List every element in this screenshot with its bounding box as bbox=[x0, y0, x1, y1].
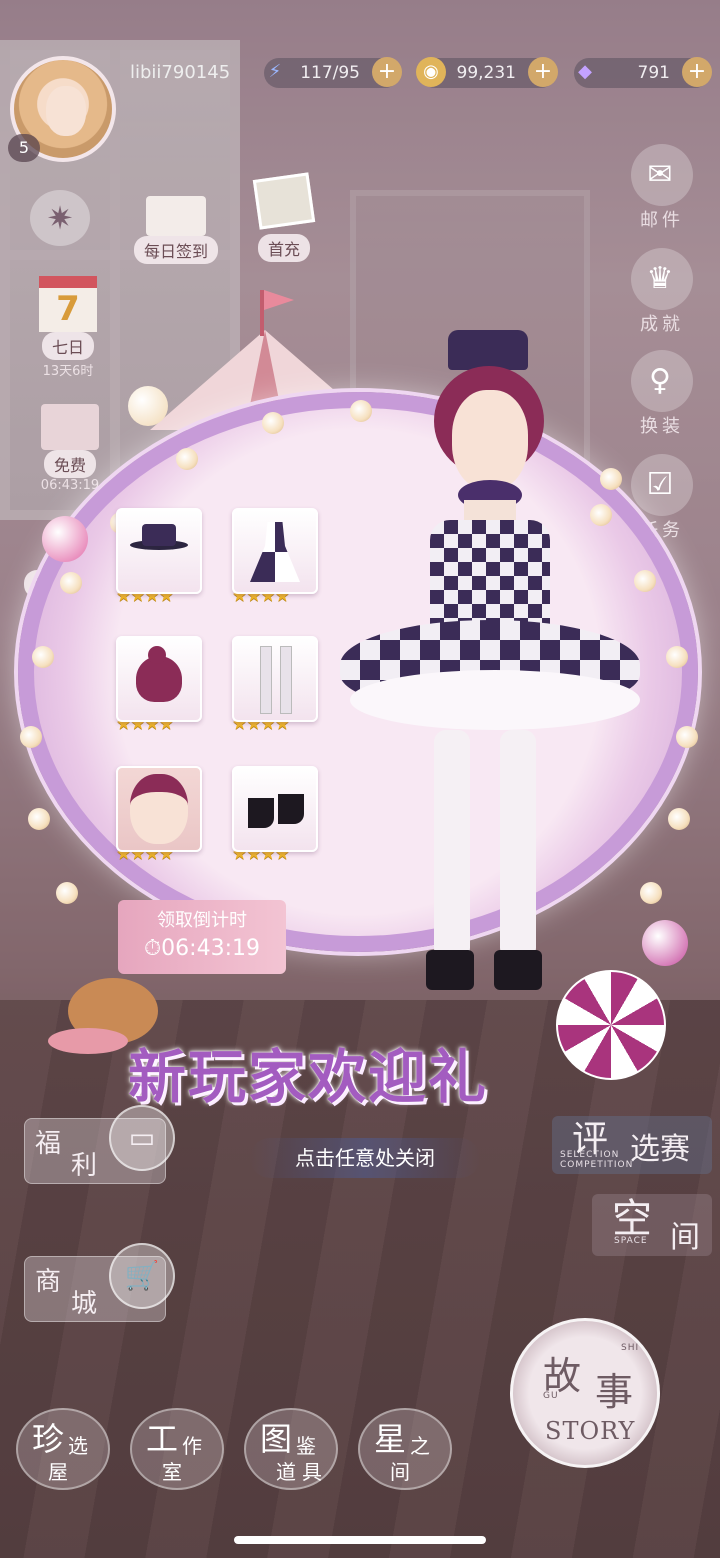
envelope-icon: ✉ bbox=[631, 144, 693, 206]
dock-treasure-house[interactable]: 珍 选 屋 bbox=[16, 1408, 110, 1490]
diamond-counter: ◆ 791 + bbox=[574, 57, 712, 88]
story-button[interactable]: 故 事 SHI GU STORY bbox=[510, 1318, 660, 1468]
username: libii790145 bbox=[130, 62, 231, 83]
coin-icon: ◉ bbox=[416, 57, 446, 87]
free-gift-button[interactable]: 免费 06:43:19 bbox=[30, 404, 110, 493]
dock-catalog[interactable]: 图 鉴 道 具 bbox=[244, 1408, 338, 1490]
stockings-icon bbox=[260, 646, 272, 714]
achievement-button[interactable]: ♛ 成就 bbox=[630, 248, 694, 336]
decor-ball bbox=[642, 920, 688, 966]
dock-studio[interactable]: 工 作 室 bbox=[130, 1408, 224, 1490]
shop-button[interactable]: 商 城 🛒 bbox=[24, 1243, 175, 1322]
selection-competition-button[interactable]: 评 选赛 SELECTION COMPETITION bbox=[552, 1116, 712, 1174]
light-bulb bbox=[20, 726, 42, 748]
gift-item-hair[interactable]: ★★★★ bbox=[116, 636, 202, 738]
trophy-icon: ♛ bbox=[631, 248, 693, 310]
mail-button[interactable]: ✉ 邮件 bbox=[630, 144, 694, 232]
seven-day-button[interactable]: 7 七日 13天6时 bbox=[30, 276, 106, 379]
welcome-gift-title: 新玩家欢迎礼 bbox=[128, 1043, 489, 1111]
home-indicator[interactable] bbox=[234, 1536, 486, 1544]
daily-signin-button[interactable]: 每日签到 bbox=[128, 196, 224, 264]
gift-item-dress[interactable]: ★★★★ bbox=[232, 508, 318, 610]
tap-to-close-hint[interactable]: 点击任意处关闭 bbox=[250, 1138, 480, 1178]
gear-icon: ✷ bbox=[46, 199, 74, 237]
card-icon: ▭ bbox=[109, 1105, 175, 1171]
claim-countdown: 领取倒计时 ⏱06:43:19 bbox=[118, 900, 286, 974]
lightning-icon: ⚡ bbox=[268, 61, 282, 82]
calendar-icon: 7 bbox=[39, 276, 97, 332]
light-bulb bbox=[668, 808, 690, 830]
light-bulb bbox=[262, 412, 284, 434]
gift-item-hat[interactable]: ★★★★ bbox=[116, 508, 202, 610]
light-bulb bbox=[176, 448, 198, 470]
light-bulb bbox=[32, 646, 54, 668]
energy-counter: ⚡ 117/95 + bbox=[264, 57, 402, 88]
photo-icon bbox=[252, 172, 316, 230]
gift-item-shoes[interactable]: ★★★★ bbox=[232, 766, 318, 868]
cart-icon: 🛒 bbox=[109, 1243, 175, 1309]
light-bulb bbox=[60, 572, 82, 594]
light-bulb bbox=[56, 882, 78, 904]
gift-item-makeup[interactable]: ★★★★ bbox=[116, 766, 202, 868]
dress-icon bbox=[250, 522, 300, 582]
light-bulb bbox=[28, 808, 50, 830]
character-model bbox=[330, 330, 670, 1050]
decor-ball bbox=[128, 386, 168, 426]
welfare-button[interactable]: 福 利 ▭ bbox=[24, 1105, 175, 1184]
light-bulb bbox=[676, 726, 698, 748]
settings-button[interactable]: ✷ bbox=[30, 190, 90, 246]
decor-ball bbox=[42, 516, 88, 562]
gift-box-icon bbox=[41, 404, 99, 450]
diamond-icon: ◆ bbox=[578, 61, 592, 82]
gift-item-stockings[interactable]: ★★★★ bbox=[232, 636, 318, 738]
letter-icon bbox=[146, 196, 206, 236]
first-recharge-button[interactable]: 首充 bbox=[246, 172, 322, 262]
add-energy-button[interactable]: + bbox=[372, 57, 402, 87]
space-button[interactable]: 空 间 SPACE bbox=[592, 1194, 712, 1256]
player-level: 5 bbox=[8, 134, 40, 162]
add-coins-button[interactable]: + bbox=[528, 57, 558, 87]
coin-counter: ◉ 99,231 + bbox=[416, 57, 558, 88]
face-icon bbox=[130, 774, 188, 844]
shoes-icon bbox=[248, 798, 274, 828]
add-diamonds-button[interactable]: + bbox=[682, 57, 712, 87]
dock-star-room[interactable]: 星 之 间 bbox=[358, 1408, 452, 1490]
